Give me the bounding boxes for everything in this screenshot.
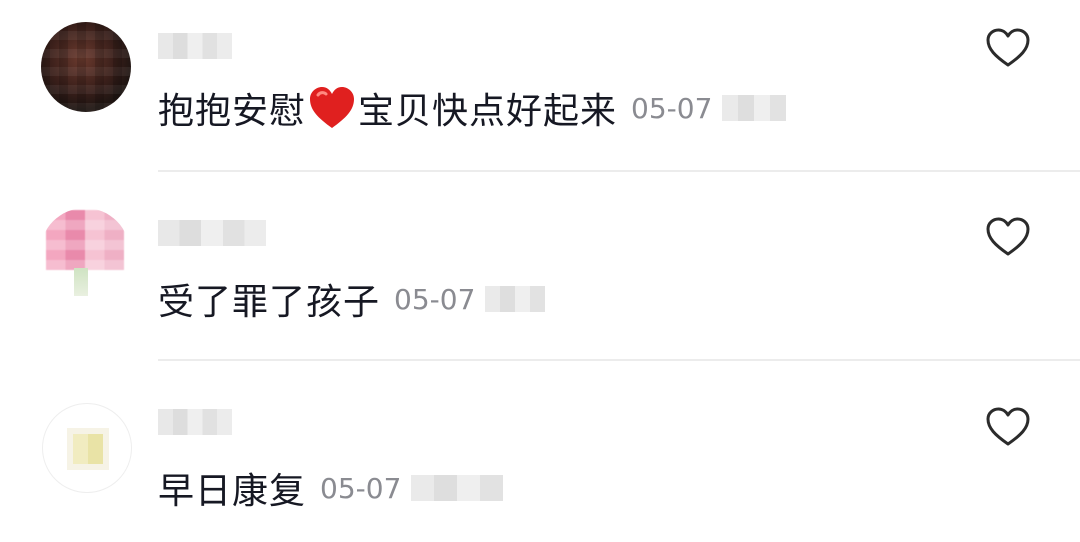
comment-content[interactable]: 早日康复 05-07 (158, 463, 504, 513)
like-button[interactable] (986, 28, 1030, 68)
comment-content[interactable]: 受了罪了孩子 05-07 (158, 274, 546, 324)
comment-item: 抱抱安慰 宝贝快点好起来 05-07 (0, 0, 1080, 172)
avatar[interactable] (40, 208, 130, 298)
comment-text: 早日康复 (158, 471, 307, 512)
username-blurred[interactable] (158, 409, 232, 435)
username-blurred[interactable] (158, 33, 232, 59)
heart-outline-icon (986, 407, 1030, 446)
comment-text: 抱抱安慰 (158, 91, 307, 132)
comment-item: 受了罪了孩子 05-07 (0, 172, 1080, 360)
avatar[interactable] (42, 403, 132, 493)
comment-item: 早日康复 05-07 (0, 361, 1080, 542)
heart-outline-icon (986, 28, 1030, 67)
location-blurred (411, 475, 504, 501)
avatar-flower (73, 434, 103, 464)
avatar-flower (46, 210, 124, 270)
comment-text: 受了罪了孩子 (158, 282, 381, 323)
comment-text: 宝贝快点好起来 (358, 91, 618, 132)
comment-date: 05-07 (320, 471, 402, 505)
red-heart-icon (308, 86, 356, 130)
username-blurred[interactable] (158, 220, 266, 246)
comment-content[interactable]: 抱抱安慰 宝贝快点好起来 05-07 (158, 82, 787, 134)
like-button[interactable] (986, 217, 1030, 257)
like-button[interactable] (986, 407, 1030, 447)
location-blurred (485, 286, 546, 312)
avatar-stem (74, 268, 88, 296)
avatar-mosaic (41, 22, 131, 112)
heart-outline-icon (986, 217, 1030, 256)
location-blurred (722, 95, 787, 121)
comment-date: 05-07 (631, 91, 713, 125)
comment-date: 05-07 (394, 282, 476, 316)
avatar[interactable] (41, 22, 131, 112)
